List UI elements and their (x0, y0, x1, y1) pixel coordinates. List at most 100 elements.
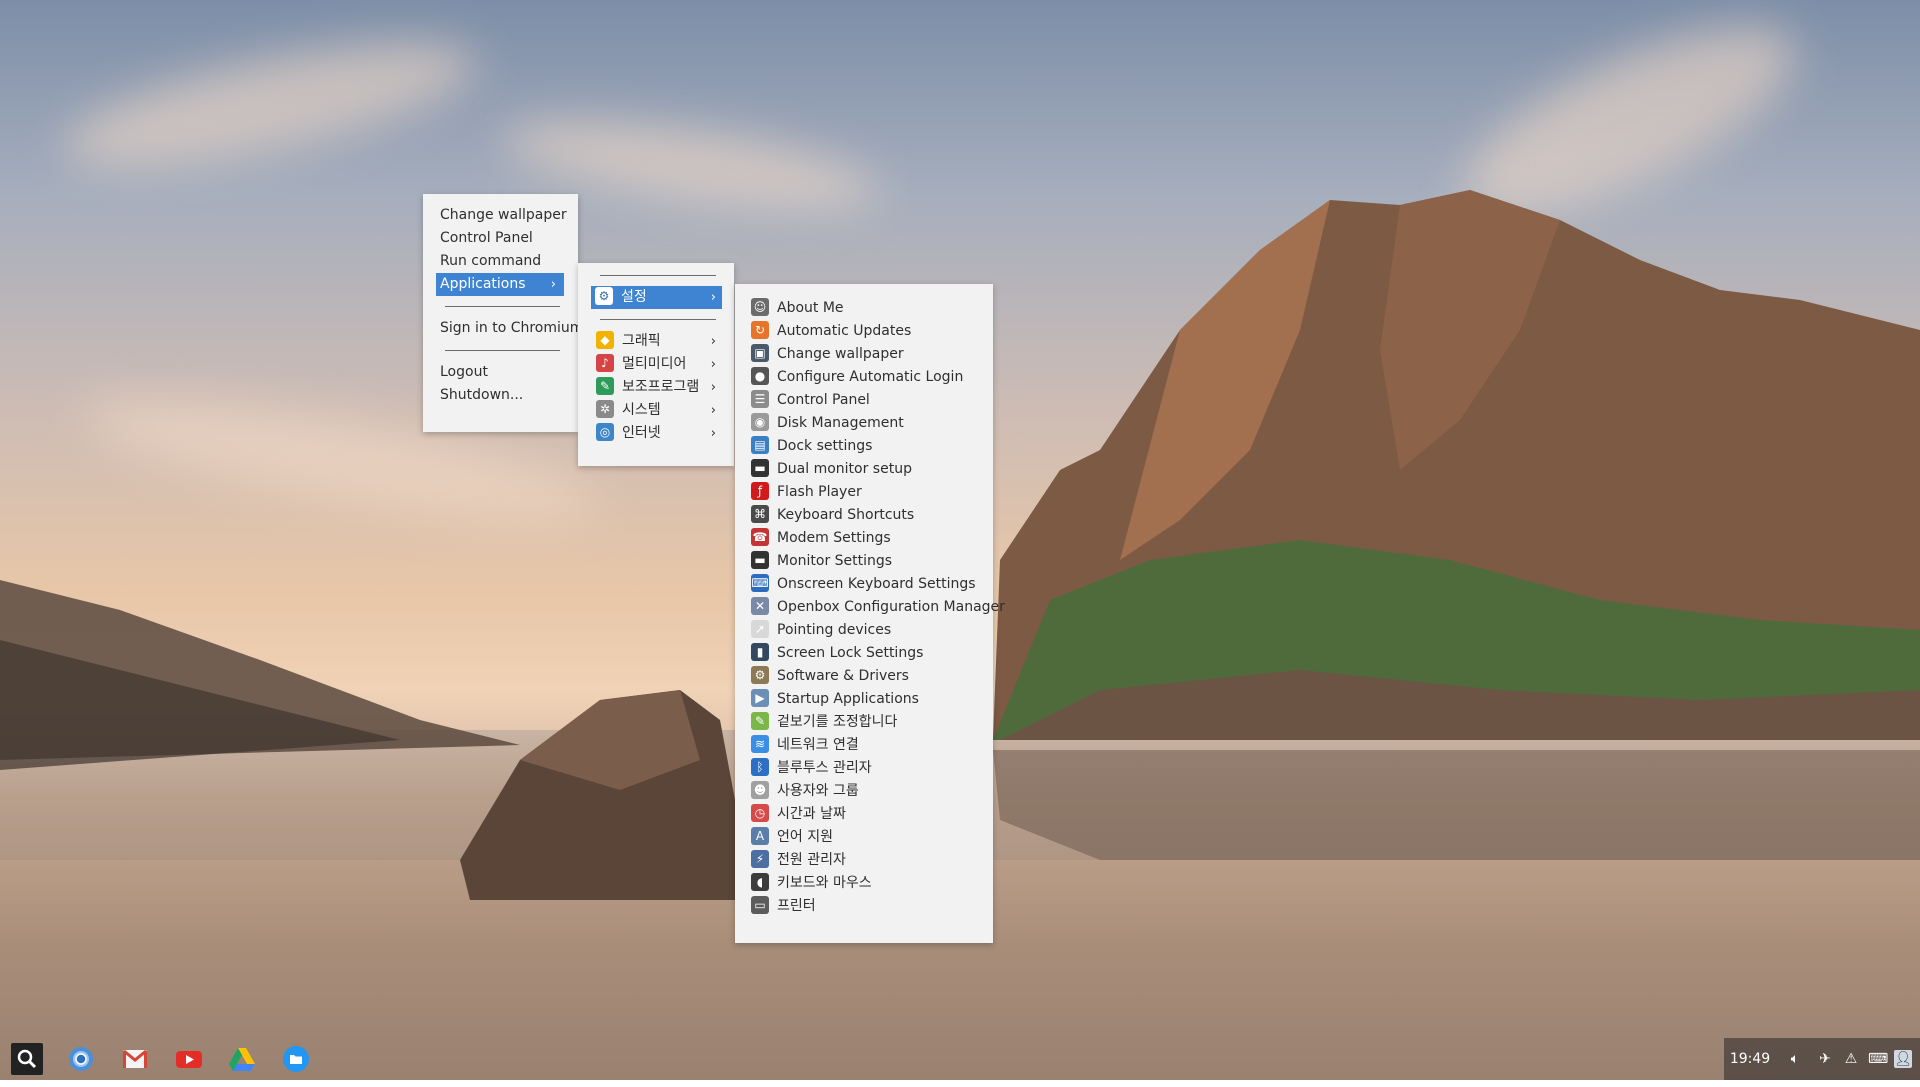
system-icon: ✲ (596, 400, 614, 418)
menu-item-label: Automatic Updates (777, 323, 912, 339)
settings-menu-item[interactable]: ☻ 사용자와 그룹 (735, 780, 993, 803)
settings-menu-item[interactable]: ⌘ Keyboard Shortcuts (735, 504, 993, 527)
menu-separator (600, 275, 716, 276)
settings-menu-item[interactable]: ☺ About Me (735, 297, 993, 320)
pointer-icon: ➚ (751, 620, 769, 638)
files-icon[interactable] (283, 1046, 309, 1072)
settings-menu-item[interactable]: A 언어 지원 (735, 826, 993, 849)
menu-separator (445, 350, 560, 351)
modem-icon: ☎ (751, 528, 769, 546)
settings-menu-item[interactable]: ƒ Flash Player (735, 481, 993, 504)
keyboard-icon[interactable]: ⌨︎ (1868, 1050, 1888, 1068)
keyboard-shortcuts-icon: ⌘ (751, 505, 769, 523)
menu-item-label: Configure Automatic Login (777, 369, 964, 385)
menu-item-graphics[interactable]: ◆ 그래픽 › (578, 330, 734, 353)
youtube-icon[interactable] (176, 1046, 202, 1072)
menu-item-accessories[interactable]: ✎ 보조프로그램 › (578, 376, 734, 399)
settings-menu-item[interactable]: ✕ Openbox Configuration Manager (735, 596, 1005, 619)
menu-item-label: Pointing devices (777, 622, 892, 638)
control-panel-icon: ☰ (751, 390, 769, 408)
settings-menu-item[interactable]: ✎ 겉보기를 조정합니다 (735, 711, 993, 734)
user-avatar-icon[interactable]: 👤︎ (1894, 1050, 1912, 1068)
software-icon: ⚙ (751, 666, 769, 684)
menu-item-label: 보조프로그램 (622, 379, 700, 395)
settings-menu-item[interactable]: ▶ Startup Applications (735, 688, 993, 711)
menu-item-label: 키보드와 마우스 (777, 875, 872, 891)
menu-item-label: Flash Player (777, 484, 862, 500)
menu-item-internet[interactable]: ◎ 인터넷 › (578, 422, 734, 445)
graphics-icon: ◆ (596, 331, 614, 349)
dock-icon: ▤ (751, 436, 769, 454)
settings-menu-item[interactable]: ↻ Automatic Updates (735, 320, 993, 343)
menu-item-label: Startup Applications (777, 691, 919, 707)
settings-menu-item[interactable]: ▣ Change wallpaper (735, 343, 993, 366)
menu-item-label: 시간과 날짜 (777, 806, 846, 822)
network-status-icon[interactable]: ⚠︎ (1842, 1050, 1860, 1068)
chevron-right-icon: › (710, 426, 716, 441)
flash-icon: ƒ (751, 482, 769, 500)
menu-item-label: 네트워크 연결 (777, 737, 859, 753)
menu-item-label: Dual monitor setup (777, 461, 912, 477)
onscreen-keyboard-icon: ⌨ (751, 574, 769, 592)
clock[interactable]: 19:49 (1724, 1038, 1776, 1080)
settings-menu-item[interactable]: ● Configure Automatic Login (735, 366, 993, 389)
settings-menu-item[interactable]: ▬ Monitor Settings (735, 550, 993, 573)
chevron-right-icon: › (710, 357, 716, 372)
settings-menu-item[interactable]: ◷ 시간과 날짜 (735, 803, 993, 826)
gmail-icon[interactable] (122, 1046, 148, 1072)
settings-menu-item[interactable]: ⌨ Onscreen Keyboard Settings (735, 573, 993, 596)
settings-menu-item[interactable]: ⚙ Software & Drivers (735, 665, 993, 688)
menu-item-system[interactable]: ✲ 시스템 › (578, 399, 734, 422)
chromium-icon[interactable] (68, 1046, 94, 1072)
settings-menu-item[interactable]: ☎ Modem Settings (735, 527, 993, 550)
menu-item-control-panel[interactable]: Control Panel (423, 227, 578, 250)
settings-menu-item[interactable]: ᛒ 블루투스 관리자 (735, 757, 993, 780)
system-tray[interactable]: 19:49 🔈︎ ✈︎ ⚠︎ ⌨︎ 👤︎ (1724, 1038, 1920, 1080)
shelf: 19:49 🔈︎ ✈︎ ⚠︎ ⌨︎ 👤︎ (0, 1038, 1920, 1080)
settings-menu-list: ☺ About Me ↻ Automatic Updates ▣ Change wallp… (735, 297, 1005, 918)
settings-menu-item[interactable]: ▭ 프린터 (735, 895, 993, 918)
menu-item-label: 사용자와 그룹 (777, 783, 859, 799)
settings-menu-item[interactable]: ▬ Dual monitor setup (735, 458, 993, 481)
chevron-right-icon: › (710, 380, 716, 395)
menu-item-label: Change wallpaper (777, 346, 904, 362)
menu-item-label: Control Panel (777, 392, 870, 408)
users-groups-icon: ☻ (751, 781, 769, 799)
chevron-right-icon: › (550, 277, 556, 292)
menu-item-multimedia[interactable]: ♪ 멀티미디어 › (578, 353, 734, 376)
update-icon: ↻ (751, 321, 769, 339)
openbox-icon: ✕ (751, 597, 769, 615)
launcher-search-button[interactable] (11, 1043, 43, 1075)
menu-item-label: 그래픽 (622, 333, 661, 349)
settings-menu-item[interactable]: ☰ Control Panel (735, 389, 993, 412)
menu-item-label: 시스템 (622, 402, 661, 418)
menu-item-label: Applications (440, 276, 526, 292)
settings-menu-item[interactable]: ▮ Screen Lock Settings (735, 642, 993, 665)
settings-menu-item[interactable]: ⚡ 전원 관리자 (735, 849, 993, 872)
menu-item-change-wallpaper[interactable]: Change wallpaper (423, 204, 578, 227)
menu-item-label: Software & Drivers (777, 668, 909, 684)
settings-menu-item[interactable]: ◉ Disk Management (735, 412, 993, 435)
volume-icon[interactable]: 🔈︎ (1786, 1050, 1804, 1068)
airplane-mode-icon[interactable]: ✈︎ (1816, 1050, 1834, 1068)
menu-item-label: Openbox Configuration Manager (777, 599, 1005, 615)
language-icon: A (751, 827, 769, 845)
network-icon: ≋ (751, 735, 769, 753)
settings-menu-item[interactable]: ◖ 키보드와 마우스 (735, 872, 993, 895)
google-drive-icon[interactable] (229, 1046, 255, 1072)
settings-icon: ⚙ (595, 287, 613, 305)
menu-item-label: 멀티미디어 (622, 356, 687, 372)
menu-item-settings-category[interactable]: ⚙ 설정 › (591, 286, 722, 309)
menu-item-sign-in[interactable]: Sign in to Chromium (423, 317, 583, 340)
menu-item-label: 언어 지원 (777, 829, 833, 845)
menu-item-applications[interactable]: Applications › (436, 273, 564, 296)
settings-menu-item[interactable]: ≋ 네트워크 연결 (735, 734, 993, 757)
multimedia-icon: ♪ (596, 354, 614, 372)
settings-menu-item[interactable]: ▤ Dock settings (735, 435, 993, 458)
settings-menu-item[interactable]: ➚ Pointing devices (735, 619, 993, 642)
menu-item-logout[interactable]: Logout (423, 361, 578, 384)
bluetooth-icon: ᛒ (751, 758, 769, 776)
menu-item-run-command[interactable]: Run command (423, 250, 578, 273)
menu-item-shutdown[interactable]: Shutdown... (423, 384, 578, 407)
menu-item-label: About Me (777, 300, 844, 316)
